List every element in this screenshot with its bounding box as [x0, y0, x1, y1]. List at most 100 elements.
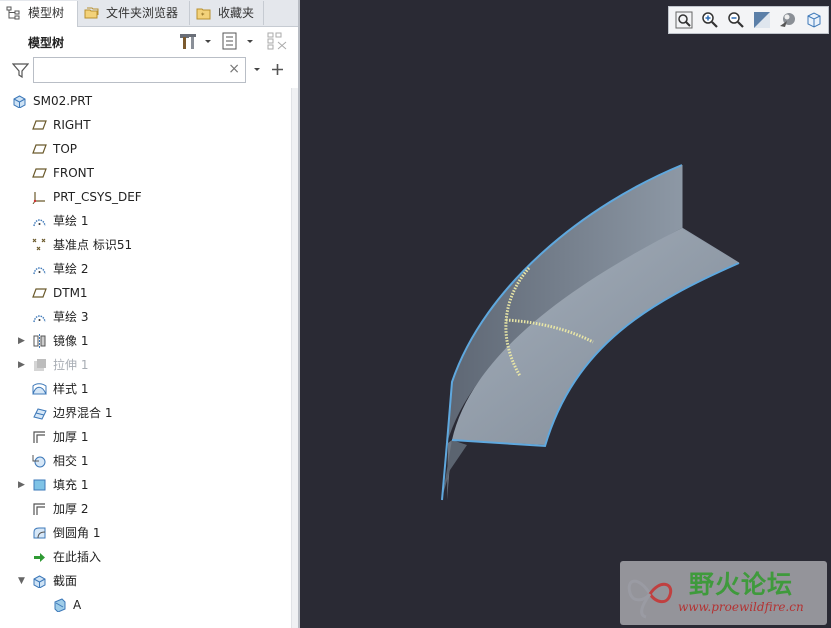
search-field[interactable]: × — [33, 57, 246, 83]
tree-row[interactable]: DTM1 — [8, 282, 291, 304]
thicken-icon — [33, 431, 45, 443]
tree-row[interactable]: 样式 1 — [8, 378, 291, 400]
tree-item-label: A — [73, 598, 82, 612]
display-style-icon[interactable] — [779, 11, 797, 29]
tab-favorites[interactable]: * 收藏夹 — [190, 1, 264, 25]
tree-item-label: RIGHT — [53, 118, 91, 132]
tree-row[interactable]: 加厚 1 — [8, 426, 291, 448]
boundary-blend-icon — [33, 408, 47, 420]
model-viewport[interactable] — [300, 0, 831, 628]
chevron-down-icon[interactable] — [252, 64, 262, 76]
watermark-name: 野火论坛 — [689, 570, 794, 599]
settings-tools-icon[interactable] — [178, 32, 206, 50]
thicken-icon — [33, 503, 45, 515]
tree-item-label: 镜像 1 — [53, 334, 89, 348]
sketch-icon — [33, 315, 46, 323]
filter-funnel-icon[interactable] — [12, 62, 29, 79]
datum-plane-icon — [32, 144, 47, 154]
tab-folder-browser[interactable]: 文件夹浏览器 — [78, 1, 190, 25]
tree-item-label: TOP — [53, 142, 78, 156]
fill-icon — [33, 479, 46, 491]
repaint-icon[interactable] — [753, 11, 771, 29]
tree-item-label: 填充 1 — [53, 478, 89, 492]
tree-item-label: PRT_CSYS_DEF — [53, 190, 142, 204]
tree-row[interactable]: 倒圆角 1 — [8, 522, 291, 544]
refit-icon[interactable] — [675, 11, 693, 29]
tree-item-label: FRONT — [53, 166, 94, 180]
favorites-icon: * — [196, 8, 211, 20]
tree-row[interactable]: 基准点 标识51 — [8, 234, 291, 256]
svg-text:*: * — [201, 12, 205, 20]
tree-row[interactable]: TOP — [8, 138, 291, 160]
model-tree-icon — [6, 6, 20, 20]
tree-row[interactable]: ▶ 填充 1 — [8, 474, 291, 496]
forum-watermark: 野火论坛 www.proewildfire.cn — [620, 561, 827, 625]
expand-arrow-icon[interactable]: ▶ — [18, 354, 28, 376]
expand-arrow-icon[interactable]: ▶ — [18, 330, 28, 352]
tree-item-label: 草绘 1 — [53, 214, 89, 228]
mirror-icon — [33, 334, 46, 348]
tree-item-label: 倒圆角 1 — [53, 526, 101, 540]
tab-model-tree[interactable]: 模型树 — [0, 1, 78, 27]
graphics-window[interactable]: 野火论坛 www.proewildfire.cn — [300, 0, 831, 628]
intersect-icon — [32, 455, 46, 468]
tree-item-label: 边界混合 1 — [53, 406, 113, 420]
tree-filter-disabled-icon[interactable] — [266, 32, 288, 50]
tree-item-label: 基准点 标识51 — [53, 238, 133, 252]
tree-row[interactable]: ▶ 拉伸 1 — [8, 354, 291, 376]
tree-row[interactable]: 边界混合 1 — [8, 402, 291, 424]
tree-row[interactable]: FRONT — [8, 162, 291, 184]
show-columns-icon[interactable] — [221, 32, 239, 50]
tab-label: 文件夹浏览器 — [106, 6, 179, 20]
tab-label: 收藏夹 — [218, 6, 255, 20]
tree-row[interactable]: 草绘 1 — [8, 210, 291, 232]
navigator-tabs: 模型树 文件夹浏览器 * 收藏夹 — [0, 0, 298, 27]
search-row: × — [0, 56, 298, 86]
saved-views-icon[interactable] — [805, 11, 823, 29]
tree-row[interactable]: RIGHT — [8, 114, 291, 136]
tree-row[interactable]: 草绘 3 — [8, 306, 291, 328]
zoom-in-icon[interactable] — [701, 11, 719, 29]
model-tree-toolbar: 模型树 — [0, 27, 298, 55]
tree-item-label: 在此插入 — [53, 550, 102, 564]
extrude-icon — [34, 359, 46, 371]
collapse-arrow-icon[interactable]: ▼ — [18, 570, 28, 592]
model-tree-title: 模型树 — [28, 36, 65, 50]
style-icon — [32, 383, 47, 395]
round-icon — [33, 527, 46, 539]
model-edge — [441, 442, 448, 501]
chevron-down-icon[interactable] — [245, 32, 255, 50]
tree-item-label: 相交 1 — [53, 454, 89, 468]
tree-row[interactable]: A — [8, 594, 291, 616]
add-icon[interactable] — [271, 63, 284, 76]
tree-item-label: 截面 — [53, 574, 78, 588]
clear-search-icon[interactable]: × — [228, 61, 240, 77]
datum-point-icon — [32, 238, 46, 251]
model-tree: SM02.PRT RIGHT TOP FRONT PRT_CSYS_DEF 草绘 1 基准点… — [8, 90, 291, 628]
tree-item-label: 加厚 1 — [53, 430, 89, 444]
tree-row[interactable]: 草绘 2 — [8, 258, 291, 280]
tree-item-label: SM02.PRT — [33, 94, 93, 108]
sketch-icon — [33, 267, 46, 275]
section-folder-icon — [33, 575, 46, 588]
tree-row[interactable]: PRT_CSYS_DEF — [8, 186, 291, 208]
expand-arrow-icon[interactable]: ▶ — [18, 474, 28, 496]
tree-row[interactable]: 相交 1 — [8, 450, 291, 472]
zoom-out-icon[interactable] — [727, 11, 745, 29]
tree-item-label: 样式 1 — [53, 382, 89, 396]
coordinate-system-icon — [32, 192, 45, 204]
chevron-down-icon[interactable] — [203, 32, 213, 50]
tree-row[interactable]: ▶ 镜像 1 — [8, 330, 291, 352]
tree-row[interactable]: ▼ 截面 — [8, 570, 291, 592]
view-toolbar — [668, 6, 829, 34]
tree-row[interactable]: 在此插入 — [8, 546, 291, 568]
tree-row[interactable]: 加厚 2 — [8, 498, 291, 520]
tab-label: 模型树 — [28, 6, 65, 20]
tree-item-label: 拉伸 1 — [53, 358, 89, 372]
tree-item-label: 草绘 3 — [53, 310, 89, 324]
insert-here-arrow-icon — [34, 553, 45, 562]
part-icon — [13, 95, 26, 108]
watermark-url: www.proewildfire.cn — [678, 600, 804, 614]
search-input[interactable] — [38, 62, 222, 80]
tree-row[interactable]: SM02.PRT — [8, 90, 291, 112]
